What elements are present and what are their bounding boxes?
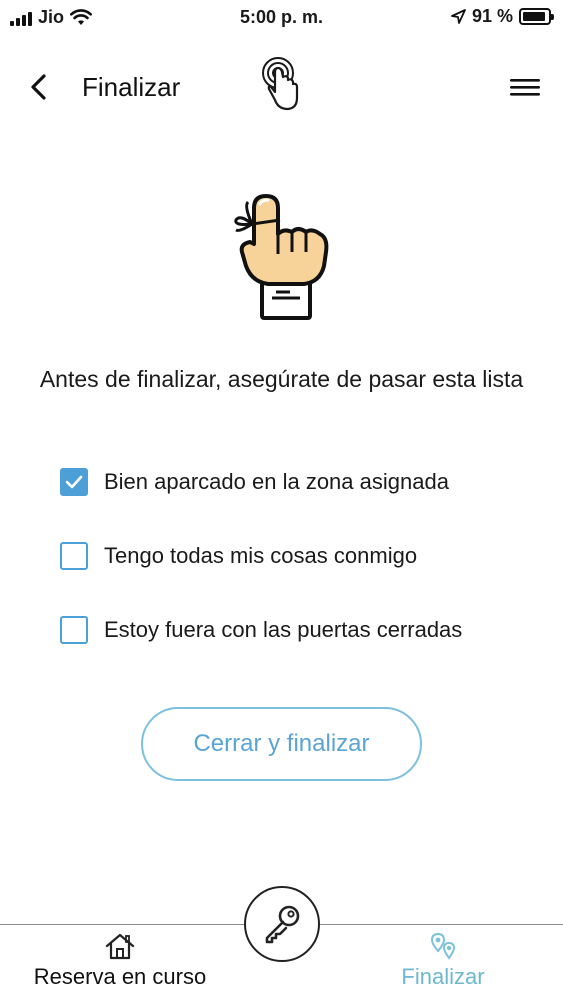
status-bar: Jio 5:00 p. m. 91 %: [0, 0, 563, 34]
checklist-item-belongings[interactable]: Tengo todas mis cosas conmigo: [60, 542, 417, 570]
tab-label: Finalizar: [401, 964, 485, 989]
key-button[interactable]: [244, 886, 320, 962]
checklist-item-parked[interactable]: Bien aparcado en la zona asignada: [60, 468, 449, 496]
checklist-label: Tengo todas mis cosas conmigo: [104, 543, 418, 568]
map-pins-icon: [430, 932, 456, 960]
status-right: 91 %: [451, 6, 554, 27]
checklist-label: Estoy fuera con las puertas cerradas: [104, 617, 463, 642]
checkbox[interactable]: [60, 542, 88, 570]
tab-label: Reserva en curso: [33, 964, 207, 989]
battery-icon: [519, 8, 554, 25]
chevron-left-icon[interactable]: [22, 70, 56, 104]
tab-reserva-en-curso[interactable]: Reserva en curso: [20, 925, 220, 1000]
instructions-text: Antes de finalizar, asegúrate de pasar e…: [39, 366, 524, 392]
reminder-finger-icon: [234, 194, 329, 320]
hamburger-menu-icon[interactable]: [507, 72, 543, 102]
app-header: Finalizar: [0, 52, 563, 120]
tab-finalizar[interactable]: Finalizar: [388, 925, 498, 1000]
key-icon: [265, 905, 300, 944]
touch-hand-icon: [262, 57, 299, 111]
checkmark-icon: [65, 475, 83, 489]
checklist-label: Bien aparcado en la zona asignada: [104, 469, 449, 494]
close-and-finish-button[interactable]: Cerrar y finalizar: [141, 707, 422, 781]
location-arrow-icon: [451, 9, 466, 24]
home-icon: [105, 933, 135, 960]
battery-percent: 91 %: [471, 6, 513, 26]
page-title: Finalizar: [82, 72, 181, 102]
checkbox[interactable]: [60, 616, 88, 644]
checklist-item-doors[interactable]: Estoy fuera con las puertas cerradas: [60, 616, 462, 644]
checkbox[interactable]: [60, 468, 88, 496]
